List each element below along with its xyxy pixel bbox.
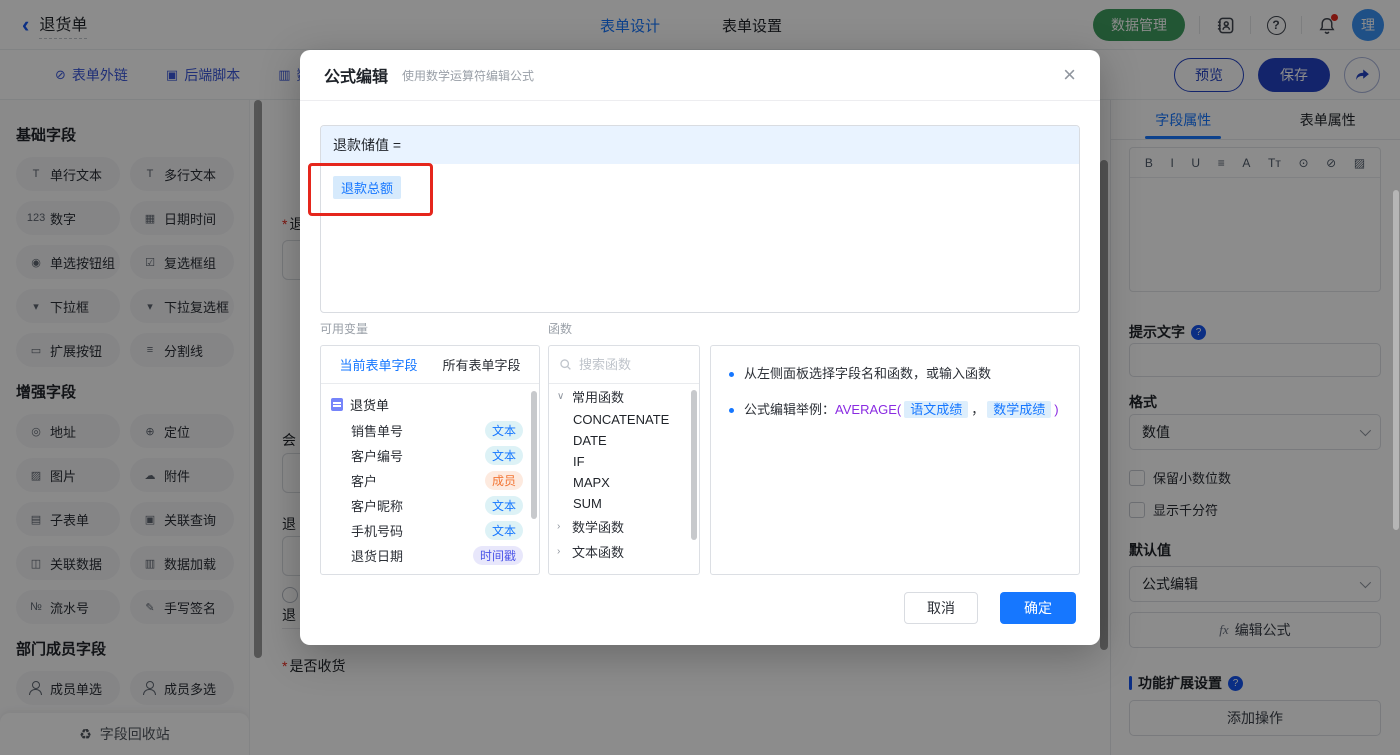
- variables-tree: 退货单 销售单号 文本 客户编号 文本 客户 成员 客户昵称 文本 手机号码 文…: [321, 384, 539, 568]
- modal-subtitle: 使用数学运算符编辑公式: [402, 68, 535, 83]
- variable-field-row[interactable]: 客户 成员: [321, 468, 539, 493]
- function-search-input[interactable]: [579, 357, 679, 372]
- variable-field-row[interactable]: 客户昵称 文本: [321, 493, 539, 518]
- form-doc-icon: [331, 398, 343, 411]
- function-item[interactable]: MAPX: [549, 472, 699, 493]
- function-item[interactable]: SUM: [549, 493, 699, 514]
- cancel-button[interactable]: 取消: [904, 592, 978, 624]
- formula-editor-area[interactable]: 退款储值 = 退款总额: [320, 125, 1080, 313]
- variable-field-row[interactable]: 手机号码 文本: [321, 518, 539, 543]
- example-arg-token: 数学成绩: [987, 401, 1052, 418]
- field-type-badge: 文本: [484, 521, 523, 540]
- modal-title: 公式编辑: [324, 69, 389, 86]
- tab-all-form-fields[interactable]: 所有表单字段: [442, 355, 520, 374]
- field-type-badge: 时间戳: [472, 546, 523, 565]
- tab-current-form-fields[interactable]: 当前表单字段: [339, 355, 417, 374]
- functions-scrollbar[interactable]: [691, 390, 697, 540]
- confirm-button[interactable]: 确定: [1000, 592, 1076, 624]
- bullet-icon: [729, 408, 734, 413]
- modal-footer: 取消 确定: [904, 592, 1076, 624]
- function-search[interactable]: [549, 346, 699, 384]
- function-item[interactable]: DATE: [549, 430, 699, 451]
- variables-tabs: 当前表单字段 所有表单字段: [321, 346, 539, 384]
- modal-header: 公式编辑 使用数学运算符编辑公式 ×: [300, 50, 1100, 101]
- variable-field-row[interactable]: 销售单号 文本: [321, 418, 539, 443]
- function-item[interactable]: IF: [549, 451, 699, 472]
- function-item[interactable]: CONCATENATE: [549, 409, 699, 430]
- function-group-text[interactable]: › 文本函数: [549, 539, 699, 564]
- functions-panel: ∨ 常用函数 CONCATENATE DATE IF MAPX SUM › 数学…: [548, 345, 700, 575]
- functions-label: 函数: [548, 322, 573, 336]
- function-group-common[interactable]: ∨ 常用函数: [549, 384, 699, 409]
- search-icon: [560, 359, 571, 370]
- hint-line-2: 公式编辑举例：AVERAGE(语文成绩，数学成绩): [729, 400, 1061, 420]
- window-scrollbar[interactable]: [1393, 190, 1399, 530]
- field-type-badge: 文本: [484, 421, 523, 440]
- tree-root-node[interactable]: 退货单: [321, 391, 539, 418]
- variable-field-row[interactable]: 退货日期 时间戳: [321, 543, 539, 568]
- field-type-badge: 文本: [484, 446, 523, 465]
- chevron-collapsed-icon: ›: [557, 521, 561, 532]
- field-type-badge: 成员: [484, 471, 523, 490]
- close-icon[interactable]: ×: [1063, 64, 1076, 86]
- formula-body[interactable]: 退款总额: [321, 164, 1079, 211]
- variables-label: 可用变量: [320, 322, 369, 336]
- hint-line-1: 从左侧面板选择字段名和函数，或输入函数: [729, 364, 1061, 384]
- chevron-collapsed-icon: ›: [557, 546, 561, 557]
- variable-field-row[interactable]: 客户编号 文本: [321, 443, 539, 468]
- bullet-icon: [729, 372, 734, 377]
- example-function-name: AVERAGE(: [835, 402, 902, 417]
- formula-lhs: 退款储值 =: [321, 126, 1079, 164]
- field-type-badge: 文本: [484, 496, 523, 515]
- function-group-math[interactable]: › 数学函数: [549, 514, 699, 539]
- variables-panel: 当前表单字段 所有表单字段 退货单 销售单号 文本 客户编号 文本 客户 成员 …: [320, 345, 540, 575]
- example-arg-token: 语文成绩: [904, 401, 969, 418]
- variables-scrollbar[interactable]: [531, 391, 537, 519]
- formula-editor-modal: 公式编辑 使用数学运算符编辑公式 × 退款储值 = 退款总额 可用变量 函数 当…: [300, 50, 1100, 645]
- formula-token[interactable]: 退款总额: [333, 176, 402, 199]
- chevron-expanded-icon: ∨: [557, 391, 565, 402]
- hints-panel: 从左侧面板选择字段名和函数，或输入函数 公式编辑举例：AVERAGE(语文成绩，…: [710, 345, 1080, 575]
